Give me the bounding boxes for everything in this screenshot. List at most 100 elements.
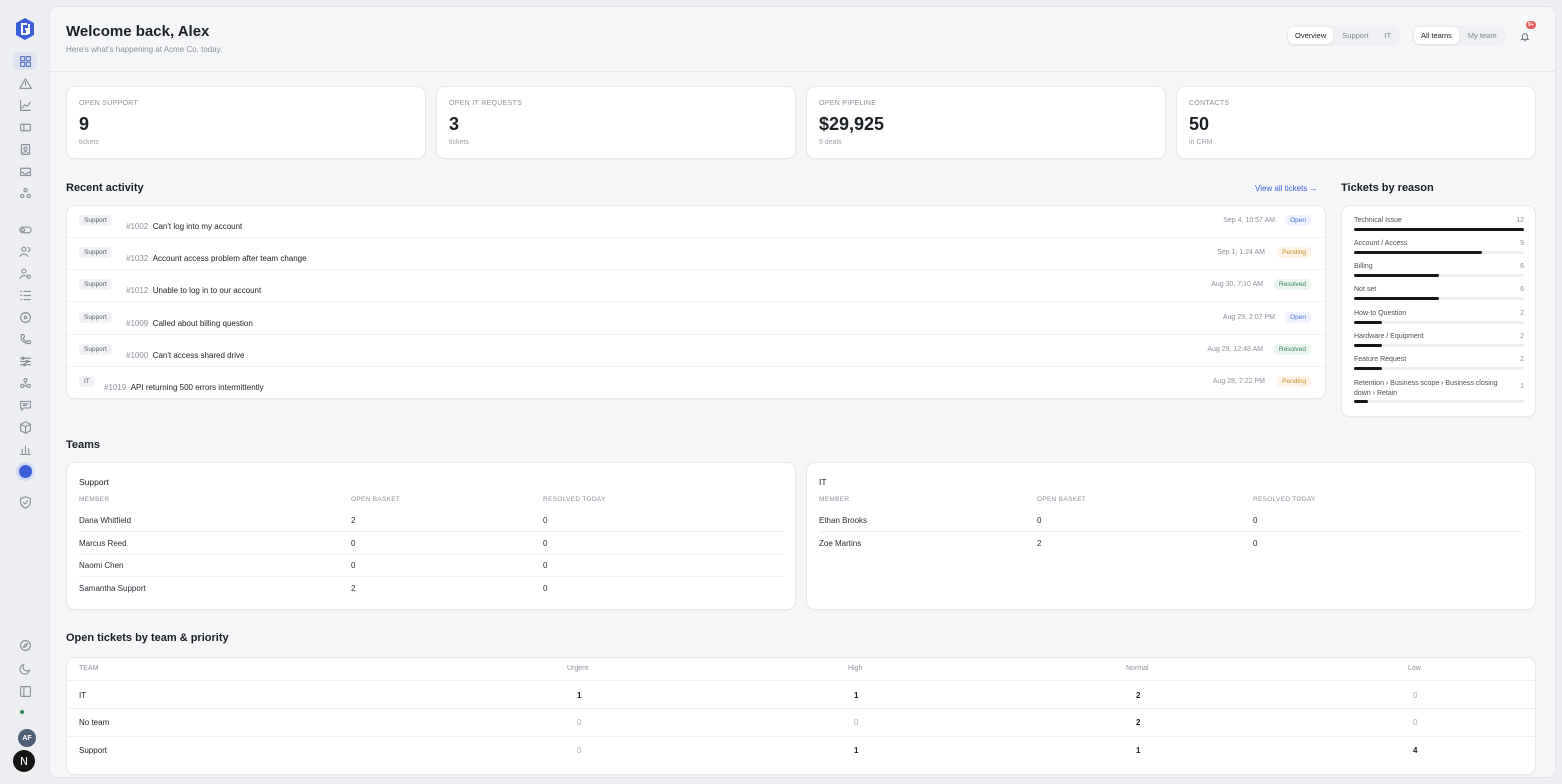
nav-toggle-icon[interactable] [17,221,33,237]
tab-it[interactable]: IT [1378,27,1399,44]
row-divider [79,576,783,577]
nav-chat-icon[interactable] [17,397,33,413]
member-name[interactable]: Zoe Martins [819,539,861,548]
reason-count: 2 [1520,356,1524,363]
nav-integrations-icon[interactable] [17,185,33,201]
app-logo[interactable] [14,17,36,41]
reason-row[interactable]: Feature Request 2 [1354,356,1524,370]
resolved-today-value: 0 [543,539,548,548]
team-cell[interactable]: No team [79,718,109,727]
activity-row[interactable]: Support #1009 Called about billing quest… [67,303,1325,335]
member-name[interactable]: Ethan Brooks [819,516,867,525]
nav-list-icon[interactable] [17,287,33,303]
member-name[interactable]: Marcus Reed [79,539,127,548]
nav-inbox-icon[interactable] [17,163,33,179]
stat-value: 50 [1189,114,1210,134]
reason-row[interactable]: Hardware / Equipment 2 [1354,333,1524,347]
nav-status-icon[interactable] [17,309,33,325]
reason-row[interactable]: Technical Issue 12 [1354,217,1524,231]
notifications-bell-icon[interactable] [1520,29,1532,42]
member-name[interactable]: Naomi Chen [79,561,123,570]
active-indicator[interactable] [19,465,32,478]
ticket-title: Account access problem after team change [152,254,307,263]
activity-list: Support #1002 Can't log into my account … [66,205,1326,399]
nav-explore-icon[interactable] [17,637,33,653]
column-header: High [848,665,863,672]
row-divider [819,531,1523,532]
member-name[interactable]: Dana Whitfield [79,516,131,525]
nav-dashboard-icon[interactable] [13,52,37,70]
column-header: Normal [1126,665,1149,672]
tab-all-teams[interactable]: All teams [1414,27,1459,44]
nav-tickets-icon[interactable] [17,119,33,135]
member-name[interactable]: Samantha Support [79,584,146,593]
reason-bar-track [1354,251,1524,254]
reason-row[interactable]: Billing 6 [1354,263,1524,277]
activity-tag: Support [79,312,112,323]
priority-table-title: Open tickets by team & priority [66,632,229,644]
activity-row[interactable]: Support #1000 Can't access shared drive … [67,335,1325,367]
team-cell[interactable]: Support [79,746,107,755]
user-avatar[interactable]: AF [18,729,36,747]
activity-row[interactable]: IT #1019 API returning 500 errors interm… [67,367,1325,399]
reason-row[interactable]: How-to Question 2 [1354,310,1524,324]
stat-value: 3 [449,114,460,134]
nav-workflows-icon[interactable] [17,375,33,391]
activity-row[interactable]: Support #1032 Account access problem aft… [67,238,1325,270]
sidebar-toggle-icon[interactable] [17,683,33,699]
nav-user-settings-icon[interactable] [17,265,33,281]
stat-card-open-it[interactable]: OPEN IT REQUESTS 3 tickets [436,86,796,159]
nav-analytics-icon[interactable] [17,97,33,113]
tickets-by-reason-card: Technical Issue 12 Account / Access 9 Billin… [1341,205,1536,417]
view-all-tickets-link[interactable]: View all tickets → [1255,184,1318,193]
team-cell[interactable]: IT [79,691,86,700]
open-basket-value: 0 [1037,516,1042,525]
stat-unit: tickets [79,139,99,146]
column-header: RESOLVED TODAY [543,496,606,503]
ticket-number: #1032 [126,254,149,263]
column-header: OPEN BASKET [1037,496,1087,503]
nav-phone-icon[interactable] [17,331,33,347]
reason-row[interactable]: Retention › Business scope › Business cl… [1354,379,1524,403]
tab-overview[interactable]: Overview [1288,27,1334,44]
theme-moon-icon[interactable] [17,660,33,676]
low-cell: 4 [1413,746,1418,755]
reason-count: 12 [1516,217,1524,224]
nav-products-icon[interactable] [17,419,33,435]
column-header: MEMBER [79,496,110,503]
nav-users-icon[interactable] [17,243,33,259]
stat-card-pipeline[interactable]: OPEN PIPELINE $29,925 9 deals [806,86,1166,159]
row-divider [67,680,1535,681]
status-badge: Open [1285,312,1311,323]
reason-name: How-to Question [1354,310,1407,317]
n-logo-icon[interactable]: N [13,750,35,772]
activity-date: Aug 30, 7:10 AM [1211,281,1263,288]
activity-text: #1019 API returning 500 errors intermitt… [104,377,264,395]
nav-alerts-icon[interactable] [17,75,33,91]
tab-support[interactable]: Support [1335,27,1375,44]
reason-bar-fill [1354,344,1383,347]
nav-security-icon[interactable] [17,494,33,510]
stat-unit: 9 deals [819,139,842,146]
stat-label: OPEN PIPELINE [819,100,877,107]
tab-my-team[interactable]: My team [1461,27,1504,44]
activity-date: Sep 4, 10:57 AM [1223,217,1275,224]
stat-label: CONTACTS [1189,100,1230,107]
scope-tabs: All teams My team [1412,25,1506,46]
activity-row[interactable]: Support #1012 Unable to log in to our ac… [67,270,1325,302]
open-basket-value: 2 [1037,539,1042,548]
stat-card-open-support[interactable]: OPEN SUPPORT 9 tickets [66,86,426,159]
column-header: MEMBER [819,496,850,503]
nav-filters-icon[interactable] [17,353,33,369]
row-divider [67,736,1535,737]
tickets-by-reason-title: Tickets by reason [1341,182,1434,194]
reason-name: Feature Request [1354,356,1407,363]
stat-card-contacts[interactable]: CONTACTS 50 in CRM [1176,86,1536,159]
reason-row[interactable]: Account / Access 9 [1354,240,1524,254]
nav-reports-icon[interactable] [17,441,33,457]
reason-row[interactable]: Not set 6 [1354,286,1524,300]
reason-bar-fill [1354,400,1369,403]
nav-contacts-icon[interactable] [17,141,33,157]
activity-row[interactable]: Support #1002 Can't log into my account … [67,206,1325,238]
sidebar-rail: AF N [0,0,50,784]
